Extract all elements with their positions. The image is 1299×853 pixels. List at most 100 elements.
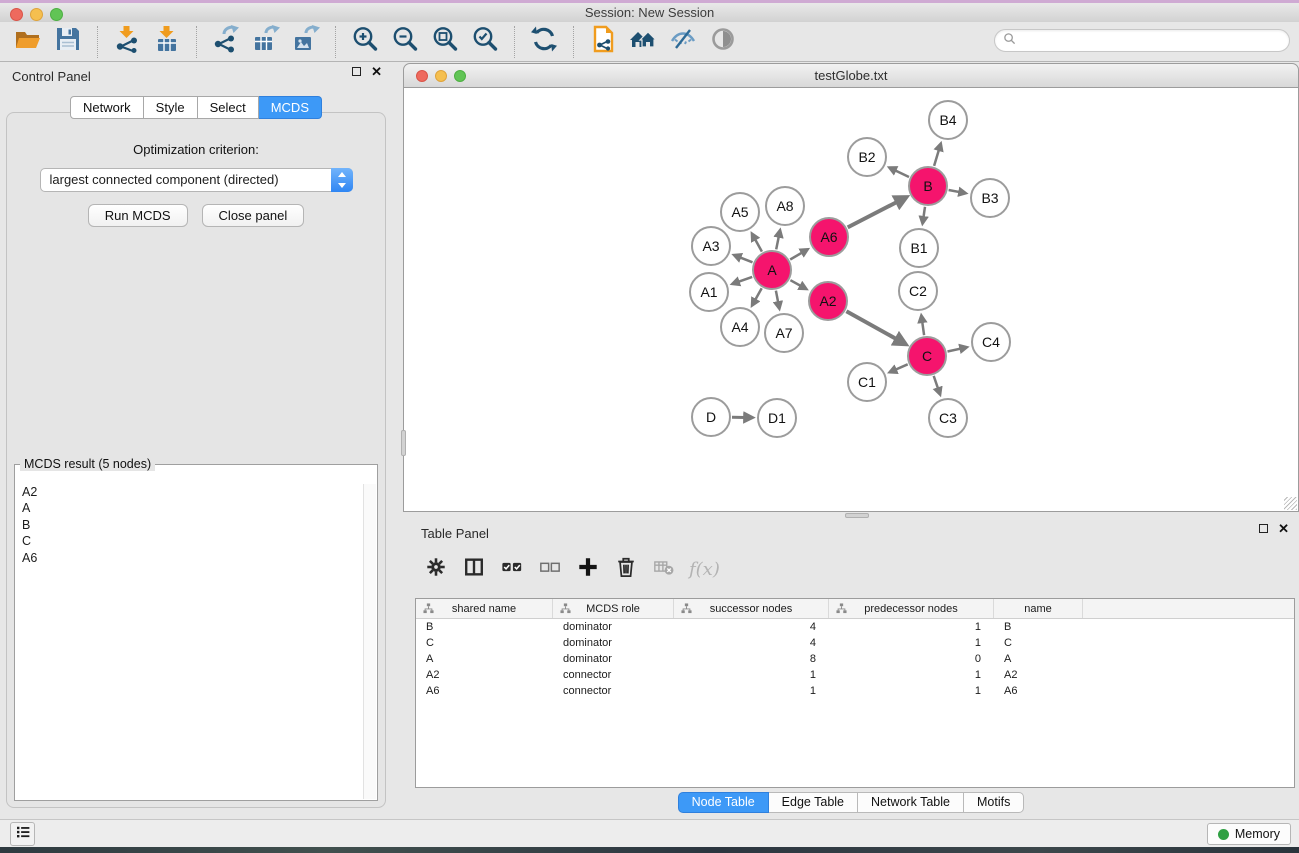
graph-node-B[interactable]: B [908, 166, 948, 206]
network-window-titlebar[interactable]: testGlobe.txt [403, 63, 1299, 88]
graph-edge-A-A3[interactable] [734, 255, 752, 262]
graph-node-A5[interactable]: A5 [720, 192, 760, 232]
hide-graphics-button[interactable] [663, 25, 703, 59]
graph-edge-A-A1[interactable] [733, 277, 753, 284]
toggle-panel-layout-button[interactable] [457, 552, 491, 586]
run-mcds-button[interactable]: Run MCDS [88, 204, 188, 227]
graph-edge-A6-B[interactable] [848, 197, 906, 227]
graph-node-B2[interactable]: B2 [847, 137, 887, 177]
network-document-button[interactable] [583, 25, 623, 59]
graph-edge-A-A7[interactable] [776, 291, 779, 309]
task-history-button[interactable] [10, 822, 35, 846]
close-panel-icon[interactable]: ✕ [371, 67, 382, 76]
clear-all-checks-button[interactable] [533, 552, 567, 586]
table-row-C[interactable]: Cdominator41C [416, 635, 1294, 651]
graph-node-B1[interactable]: B1 [899, 228, 939, 268]
result-item[interactable]: B [16, 517, 362, 533]
column-header-MCDS-role[interactable]: MCDS role [553, 599, 674, 618]
graph-edge-A2-C[interactable] [846, 311, 905, 344]
zoom-fit-button[interactable] [425, 25, 465, 59]
criterion-dropdown[interactable]: largest connected component (directed) [40, 168, 353, 192]
graph-edge-A-A8[interactable] [776, 231, 780, 250]
result-item[interactable]: A [16, 500, 362, 516]
home-button[interactable] [623, 25, 663, 59]
memory-button[interactable]: Memory [1207, 823, 1291, 845]
tab-style[interactable]: Style [144, 96, 198, 119]
zoom-window-button[interactable] [50, 8, 63, 21]
graph-edge-A-A6[interactable] [790, 250, 807, 260]
result-item[interactable]: C [16, 533, 362, 549]
graph-node-A2[interactable]: A2 [808, 281, 848, 321]
close-table-panel-icon[interactable]: ✕ [1278, 524, 1289, 533]
graph-edge-A-A4[interactable] [752, 288, 762, 305]
table-row-A2[interactable]: A2connector11A2 [416, 667, 1294, 683]
graph-node-D1[interactable]: D1 [757, 398, 797, 438]
result-list-scrollbar[interactable] [363, 484, 376, 799]
export-image-button[interactable] [286, 25, 326, 59]
graph-edge-B-B3[interactable] [949, 190, 966, 193]
zoom-out-button[interactable] [385, 25, 425, 59]
network-canvas[interactable]: B4 B2 B B3 A8A5 A6 A3 B1 A A1 C2 A2 A4A7 C4 C C1 C3 D D1 [403, 88, 1299, 512]
attribute-settings-button[interactable] [419, 552, 453, 586]
result-item[interactable]: A6 [16, 550, 362, 566]
graph-node-D[interactable]: D [691, 397, 731, 437]
graph-edge-C-C3[interactable] [934, 376, 940, 394]
graph-node-A1[interactable]: A1 [689, 272, 729, 312]
column-header-name[interactable]: name [994, 599, 1083, 618]
graph-node-C3[interactable]: C3 [928, 398, 968, 438]
network-zoom-button[interactable] [454, 70, 466, 82]
graph-edge-C-C2[interactable] [921, 316, 924, 335]
tab-motifs[interactable]: Motifs [964, 792, 1024, 813]
table-row-A6[interactable]: A6connector11A6 [416, 683, 1294, 699]
float-panel-icon[interactable] [352, 67, 361, 76]
table-row-A[interactable]: Adominator80A [416, 651, 1294, 667]
tab-mcds[interactable]: MCDS [259, 96, 322, 119]
graph-edge-C-C4[interactable] [948, 347, 967, 351]
table-row-B[interactable]: Bdominator41B [416, 619, 1294, 635]
column-header-shared-name[interactable]: shared name [416, 599, 553, 618]
column-header-predecessor-nodes[interactable]: predecessor nodes [829, 599, 994, 618]
network-minimize-button[interactable] [435, 70, 447, 82]
tab-network-table[interactable]: Network Table [858, 792, 964, 813]
search-input[interactable] [1021, 34, 1281, 48]
graph-node-A3[interactable]: A3 [691, 226, 731, 266]
graph-node-C1[interactable]: C1 [847, 362, 887, 402]
export-table-button[interactable] [246, 25, 286, 59]
graph-node-A7[interactable]: A7 [764, 313, 804, 353]
zoom-in-button[interactable] [345, 25, 385, 59]
graph-node-A6[interactable]: A6 [809, 217, 849, 257]
column-header-successor-nodes[interactable]: successor nodes [674, 599, 829, 618]
graph-node-A8[interactable]: A8 [765, 186, 805, 226]
save-session-button[interactable] [48, 25, 88, 59]
refresh-button[interactable] [524, 25, 564, 59]
select-all-checks-button[interactable] [495, 552, 529, 586]
delete-column-button[interactable] [609, 552, 643, 586]
tab-edge-table[interactable]: Edge Table [769, 792, 858, 813]
close-panel-button[interactable]: Close panel [202, 204, 305, 227]
float-table-panel-icon[interactable] [1259, 524, 1268, 533]
import-table-button[interactable] [147, 25, 187, 59]
graph-node-A[interactable]: A [752, 250, 792, 290]
search-field[interactable] [994, 29, 1290, 52]
tab-select[interactable]: Select [198, 96, 259, 119]
graph-node-A4[interactable]: A4 [720, 307, 760, 347]
show-graphics-button[interactable] [703, 25, 743, 59]
zoom-selected-button[interactable] [465, 25, 505, 59]
graph-node-C[interactable]: C [907, 336, 947, 376]
export-network-button[interactable] [206, 25, 246, 59]
graph-node-C2[interactable]: C2 [898, 271, 938, 311]
graph-edge-C-C1[interactable] [890, 364, 908, 372]
graph-node-C4[interactable]: C4 [971, 322, 1011, 362]
graph-edge-A-A5[interactable] [752, 234, 762, 252]
tab-network[interactable]: Network [70, 96, 144, 119]
import-network-button[interactable] [107, 25, 147, 59]
close-window-button[interactable] [10, 8, 23, 21]
network-close-button[interactable] [416, 70, 428, 82]
horizontal-splitter-handle[interactable] [845, 513, 869, 518]
graph-node-B4[interactable]: B4 [928, 100, 968, 140]
graph-edge-A-A2[interactable] [790, 280, 806, 289]
open-file-button[interactable] [8, 25, 48, 59]
graph-node-B3[interactable]: B3 [970, 178, 1010, 218]
vertical-splitter-handle[interactable] [401, 430, 406, 456]
minimize-window-button[interactable] [30, 8, 43, 21]
